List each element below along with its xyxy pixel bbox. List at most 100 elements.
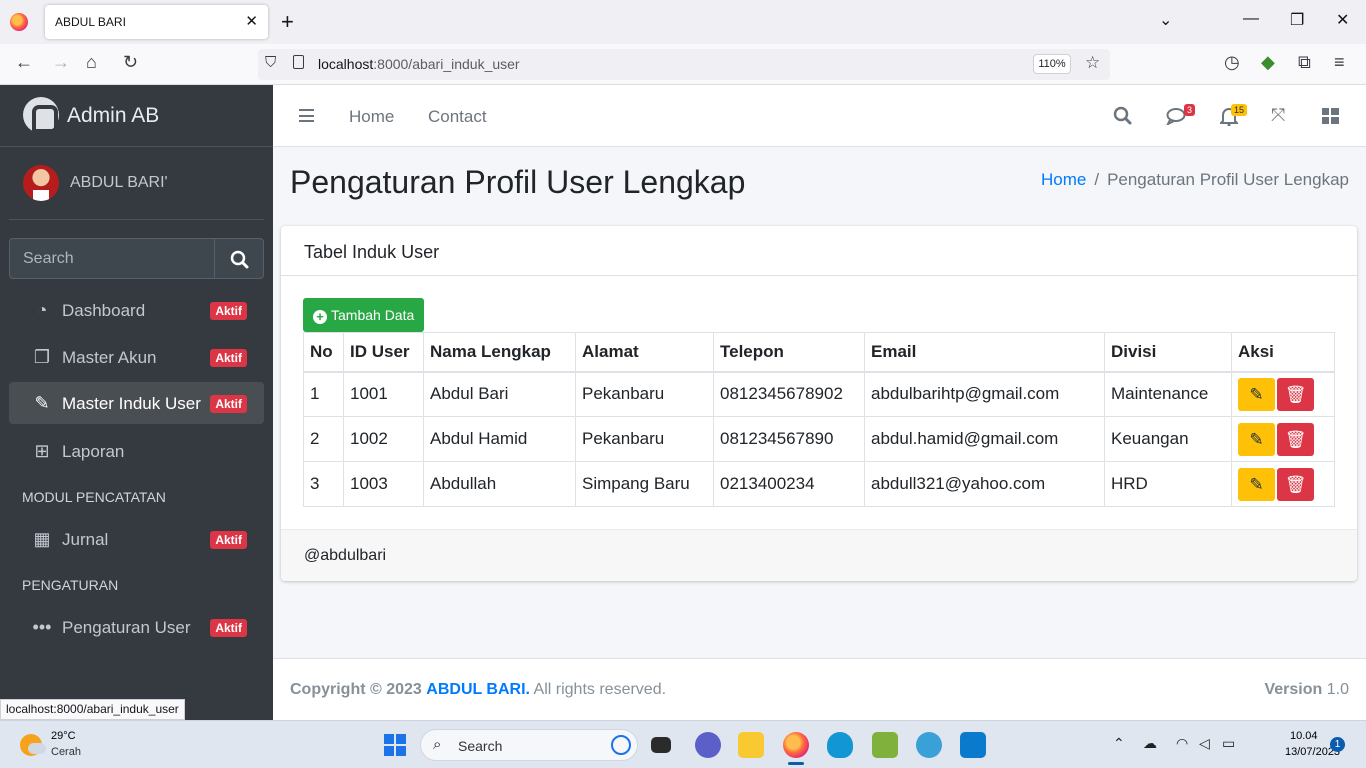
- notification-badge[interactable]: 1: [1330, 737, 1345, 752]
- weather-icon[interactable]: [20, 734, 46, 756]
- bing-icon[interactable]: [611, 735, 631, 755]
- sidebar-item-master-akun[interactable]: ❐ Master Akun Aktif: [9, 336, 264, 378]
- cell-email: abdulbarihtp@gmail.com: [864, 371, 1105, 417]
- back-icon[interactable]: ←: [15, 52, 33, 73]
- version: Version 1.0: [1264, 681, 1349, 699]
- delete-button[interactable]: 🗑: [1277, 377, 1314, 411]
- brand-text: Admin AB: [67, 104, 160, 127]
- delete-button[interactable]: 🗑: [1277, 422, 1314, 456]
- window-close-icon[interactable]: ✕: [1336, 10, 1349, 30]
- home-icon[interactable]: ⌂: [86, 52, 97, 73]
- minimize-icon[interactable]: —: [1243, 10, 1259, 28]
- add-data-label: Tambah Data: [331, 307, 415, 323]
- zoom-level[interactable]: 110%: [1033, 54, 1071, 74]
- column-header: ID User: [343, 332, 424, 373]
- hamburger-icon[interactable]: [299, 109, 314, 122]
- wifi-icon[interactable]: ◠: [1176, 735, 1188, 752]
- new-tab-icon[interactable]: +: [281, 9, 294, 35]
- sidebar-item-laporan[interactable]: ⊞ Laporan: [9, 430, 264, 472]
- forward-icon[interactable]: →: [52, 52, 70, 73]
- user-table-card: Tabel Induk User + Tambah Data No ID User…: [281, 226, 1357, 581]
- active-app-indicator: [788, 762, 804, 765]
- sidebar-item-label: Jurnal: [62, 530, 109, 549]
- breadcrumb-separator: /: [1094, 170, 1100, 189]
- copyright-brand-link[interactable]: ABDUL BARI.: [426, 681, 530, 698]
- url-bar[interactable]: ⛉ localhost:8000/abari_induk_user 110% ☆: [258, 49, 1110, 80]
- fullscreen-icon[interactable]: ⤧: [1271, 105, 1285, 126]
- brand-logo-icon: [23, 97, 59, 133]
- vscode-icon[interactable]: [960, 732, 986, 758]
- cell-id-user: 1002: [343, 416, 424, 462]
- shield-icon[interactable]: ⛉: [265, 54, 276, 71]
- sidebar-item-dashboard[interactable]: ◔ Dashboard Aktif: [9, 289, 264, 331]
- cell-divisi: Keuangan: [1104, 416, 1232, 462]
- user-panel[interactable]: ABDUL BARI': [9, 147, 264, 220]
- status-badge: Aktif: [210, 619, 247, 637]
- extensions-puzzle-icon[interactable]: ⧉: [1298, 52, 1311, 73]
- cell-no: 2: [303, 416, 344, 462]
- teams-icon[interactable]: [695, 732, 721, 758]
- clock-time[interactable]: 10.04: [1290, 730, 1318, 742]
- cell-aksi: ✎ 🗑: [1231, 461, 1335, 507]
- browser-tab-bar: ABDUL BARI ✕ + ⌄ — ❐ ✕: [0, 0, 1366, 44]
- delete-button[interactable]: 🗑: [1277, 467, 1314, 501]
- cell-divisi: Maintenance: [1104, 371, 1232, 417]
- avatar: [23, 165, 59, 201]
- cloud-off-icon[interactable]: ☁: [1143, 735, 1157, 752]
- reload-icon[interactable]: ↻: [123, 52, 138, 73]
- chevron-up-icon[interactable]: ⌃: [1113, 735, 1125, 752]
- card-title: Tabel Induk User: [304, 242, 440, 262]
- control-sidebar-icon[interactable]: [1322, 108, 1339, 124]
- breadcrumb-home[interactable]: Home: [1041, 170, 1086, 189]
- battery-icon[interactable]: ▭: [1222, 735, 1235, 752]
- app-globe-icon[interactable]: [916, 732, 942, 758]
- sidebar: Admin AB ABDUL BARI' Search ◔ Dashboard …: [0, 85, 273, 720]
- firefox-icon[interactable]: [10, 13, 28, 31]
- tachometer-icon: ◔: [36, 300, 48, 320]
- close-icon[interactable]: ✕: [245, 12, 258, 30]
- restore-icon[interactable]: ❐: [1290, 10, 1304, 30]
- sidebar-item-master-induk-user[interactable]: ✎ Master Induk User Aktif: [9, 382, 264, 424]
- nav-link-contact[interactable]: Contact: [428, 107, 487, 127]
- nav-link-home[interactable]: Home: [349, 107, 394, 127]
- edit-button[interactable]: ✎: [1238, 467, 1275, 501]
- file-explorer-icon[interactable]: [738, 732, 764, 758]
- sidebar-search-input[interactable]: Search: [9, 238, 215, 279]
- firefox-taskbar-icon[interactable]: [783, 732, 809, 758]
- column-header: Divisi: [1104, 332, 1232, 373]
- status-url: localhost:8000/abari_induk_user: [0, 699, 185, 720]
- browser-tab[interactable]: ABDUL BARI ✕: [45, 5, 268, 39]
- sidebar-item-jurnal[interactable]: ▦ Jurnal Aktif: [9, 518, 264, 560]
- task-view-icon[interactable]: [651, 737, 671, 753]
- cell-alamat: Pekanbaru: [575, 416, 714, 462]
- cell-aksi: ✎ 🗑: [1231, 416, 1335, 462]
- copyright: Copyright © 2023 ABDUL BARI. All rights …: [290, 681, 666, 699]
- sidebar-item-label: Laporan: [62, 442, 125, 461]
- edit-button[interactable]: ✎: [1238, 377, 1275, 411]
- bookmark-star-icon[interactable]: ☆: [1085, 53, 1100, 73]
- weather-condition[interactable]: Cerah: [51, 746, 81, 758]
- sidebar-item-pengaturan-user[interactable]: ••• Pengaturan User Aktif: [9, 606, 264, 648]
- taskbar-search-label: Search: [458, 738, 503, 754]
- status-badge: Aktif: [210, 302, 247, 320]
- app-lambda-icon[interactable]: [872, 732, 898, 758]
- cell-email: abdul.hamid@gmail.com: [864, 416, 1105, 462]
- start-icon[interactable]: [384, 734, 406, 756]
- sidebar-search-button[interactable]: [214, 238, 264, 279]
- sidebar-search: Search: [9, 238, 264, 279]
- card-footer-text: @abdulbari: [304, 547, 387, 564]
- brand-link[interactable]: Admin AB: [0, 85, 273, 147]
- menu-icon[interactable]: ≡: [1334, 52, 1345, 73]
- url-text[interactable]: localhost:8000/abari_induk_user: [318, 56, 520, 72]
- list-all-tabs-icon[interactable]: ⌄: [1159, 10, 1172, 30]
- extension-icon[interactable]: ◆: [1261, 52, 1275, 73]
- taskbar-search[interactable]: ⌕ Search: [420, 729, 638, 761]
- history-icon[interactable]: ◷: [1224, 52, 1240, 73]
- add-data-button[interactable]: + Tambah Data: [303, 298, 425, 332]
- edit-button[interactable]: ✎: [1238, 422, 1275, 456]
- search-icon[interactable]: [1113, 106, 1133, 126]
- user-name[interactable]: ABDUL BARI': [70, 174, 168, 192]
- weather-temp[interactable]: 29°C: [51, 730, 76, 742]
- edge-icon[interactable]: [827, 732, 853, 758]
- volume-icon[interactable]: ◁: [1199, 735, 1210, 752]
